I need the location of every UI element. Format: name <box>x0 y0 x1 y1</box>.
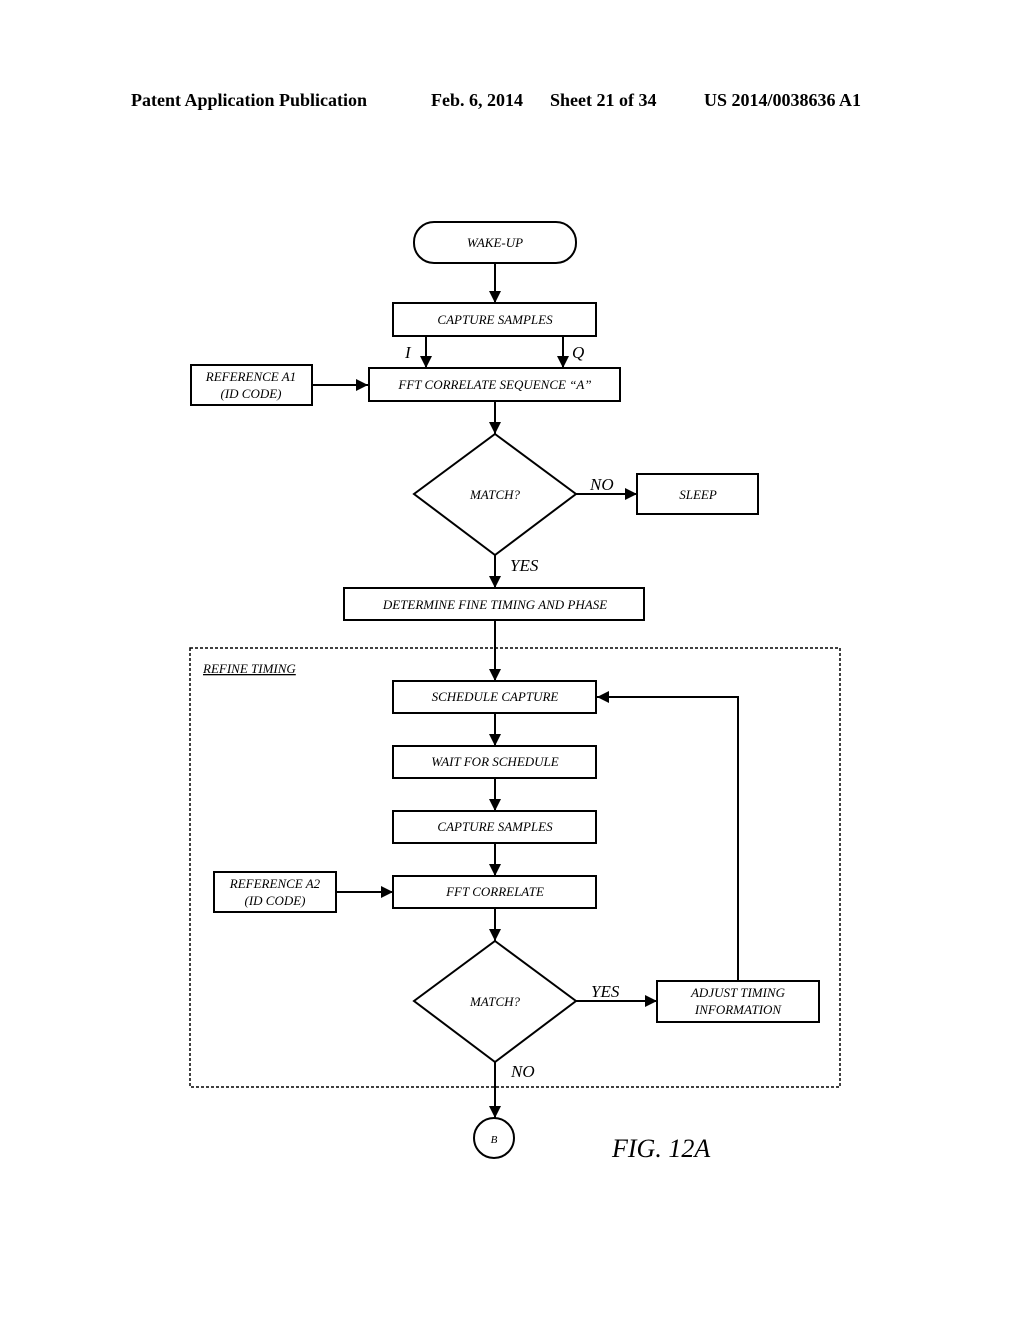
reference-a2-label: REFERENCE A2 <box>229 876 321 891</box>
reference-a2-node: REFERENCE A2 (ID CODE) <box>213 871 337 913</box>
yes-label-2: YES <box>591 982 620 1001</box>
fft-correlate-sequence-a-node: FFT CORRELATE SEQUENCE “A” <box>368 367 621 402</box>
flowchart: REFINE TIMING WAKE-UP CAPTURE SAMPLES I … <box>189 221 841 1163</box>
match-decision-2: MATCH? <box>412 939 578 1064</box>
connector-b-label: B <box>491 1134 498 1146</box>
determine-fine-timing-node: DETERMINE FINE TIMING AND PHASE <box>343 587 645 621</box>
reference-a1-label: REFERENCE A1 <box>205 369 296 384</box>
no-label-1: NO <box>589 475 614 494</box>
wake-up-node: WAKE-UP <box>413 221 577 264</box>
capture-samples-label-1: CAPTURE SAMPLES <box>437 312 553 327</box>
fft-correlate-sequence-a-label: FFT CORRELATE SEQUENCE “A” <box>397 377 591 392</box>
reference-a1-sublabel: (ID CODE) <box>220 386 281 401</box>
connector-b: B <box>473 1117 515 1159</box>
capture-samples-label-2: CAPTURE SAMPLES <box>437 819 553 834</box>
fft-correlate-label: FFT CORRELATE <box>445 884 544 899</box>
refine-timing-label: REFINE TIMING <box>202 661 296 676</box>
adjust-timing-sublabel: INFORMATION <box>694 1002 783 1017</box>
adjust-timing-node: ADJUST TIMING INFORMATION <box>656 980 820 1023</box>
arrow-adjust-loop-to-schedule <box>597 691 739 981</box>
yes-label-1: YES <box>510 556 539 575</box>
sleep-label: SLEEP <box>679 487 717 502</box>
q-channel-label: Q <box>572 343 584 362</box>
figure-label: FIG. 12A <box>611 1134 710 1163</box>
reference-a1-node: REFERENCE A1 (ID CODE) <box>190 364 313 406</box>
wake-up-label: WAKE-UP <box>467 235 523 250</box>
determine-fine-timing-label: DETERMINE FINE TIMING AND PHASE <box>382 597 607 612</box>
capture-samples-node-2: CAPTURE SAMPLES <box>392 810 597 844</box>
reference-a2-sublabel: (ID CODE) <box>244 893 305 908</box>
wait-for-schedule-label: WAIT FOR SCHEDULE <box>431 754 558 769</box>
match-decision-2-label: MATCH? <box>469 994 521 1009</box>
sleep-node: SLEEP <box>636 473 759 515</box>
match-decision-1-label: MATCH? <box>469 487 521 502</box>
adjust-timing-label: ADJUST TIMING <box>690 985 786 1000</box>
i-channel-label: I <box>404 343 412 362</box>
schedule-capture-node: SCHEDULE CAPTURE <box>392 680 597 714</box>
no-label-2: NO <box>510 1062 535 1081</box>
match-decision-1: MATCH? <box>412 432 578 557</box>
wait-for-schedule-node: WAIT FOR SCHEDULE <box>392 745 597 779</box>
schedule-capture-label: SCHEDULE CAPTURE <box>432 689 559 704</box>
capture-samples-node-1: CAPTURE SAMPLES <box>392 302 597 337</box>
fft-correlate-node: FFT CORRELATE <box>392 875 597 909</box>
